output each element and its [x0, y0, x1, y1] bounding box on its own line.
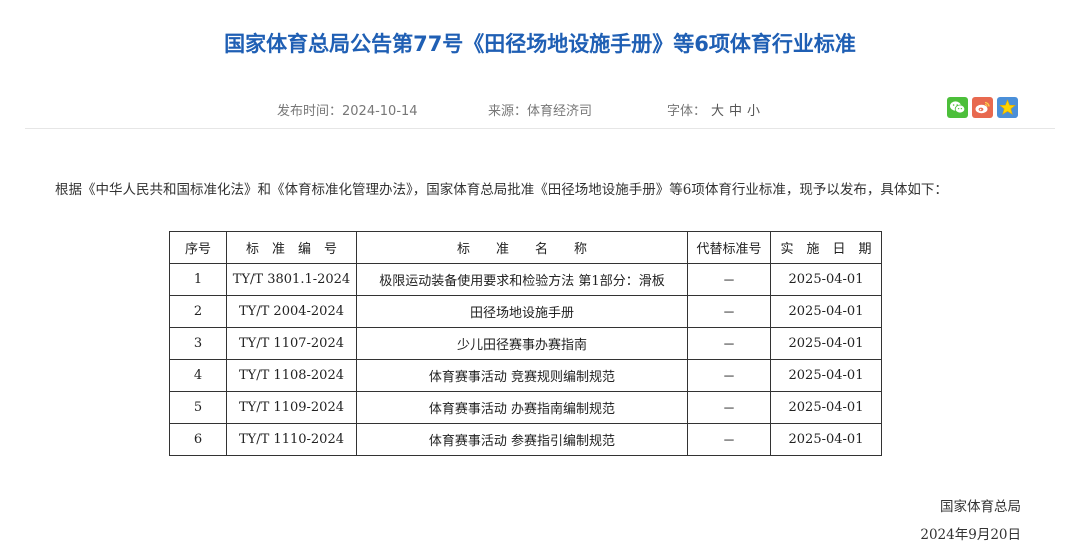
font-size-small[interactable]: 小 [747, 104, 760, 119]
font-size-large[interactable]: 大 [711, 104, 724, 119]
col-header-index: 序号 [169, 231, 227, 264]
cell-date: 2025-04-01 [770, 295, 882, 328]
cell-replaces: － [687, 327, 771, 360]
cell-code: TY/T 1109-2024 [226, 391, 357, 424]
table-row: 6 TY/T 1110-2024 体育赛事活动 参赛指引编制规范 － 2025-… [169, 423, 882, 456]
page-title: 国家体育总局公告第77号《田径场地设施手册》等6项体育行业标准 [224, 32, 856, 56]
table-row: 4 TY/T 1108-2024 体育赛事活动 竞赛规则编制规范 － 2025-… [169, 359, 882, 392]
wechat-icon [950, 101, 966, 114]
cell-replaces: － [687, 423, 771, 456]
col-header-code: 标 准 编 号 [226, 231, 357, 264]
cell-index: 4 [169, 359, 227, 392]
header-divider [25, 128, 1055, 129]
share-wechat-button[interactable] [947, 97, 968, 118]
cell-name: 体育赛事活动 竞赛规则编制规范 [356, 359, 688, 392]
cell-name: 少儿田径赛事办赛指南 [356, 327, 688, 360]
intro-paragraph: 根据《中华人民共和国标准化法》和《体育标准化管理办法》，国家体育总局批准《田径场… [55, 182, 948, 198]
cell-code: TY/T 1110-2024 [226, 423, 357, 456]
standards-table: 序号 标 准 编 号 标 准 名 称 代替标准号 实 施 日 期 1 TY/T … [169, 231, 882, 456]
favorite-button[interactable] [997, 97, 1018, 118]
share-bar [947, 97, 1018, 118]
cell-index: 6 [169, 423, 227, 456]
font-size-switcher: 字体： 大中小 [667, 100, 760, 119]
font-size-medium[interactable]: 中 [729, 104, 742, 119]
weibo-icon [975, 101, 990, 114]
table-row: 3 TY/T 1107-2024 少儿田径赛事办赛指南 － 2025-04-01 [169, 327, 882, 360]
cell-replaces: － [687, 359, 771, 392]
col-header-replaces: 代替标准号 [687, 231, 771, 264]
cell-index: 3 [169, 327, 227, 360]
cell-replaces: － [687, 295, 771, 328]
publish-date: 发布时间：2024-10-14 [277, 104, 418, 119]
col-header-name: 标 准 名 称 [356, 231, 688, 264]
table-row: 2 TY/T 2004-2024 田径场地设施手册 － 2025-04-01 [169, 295, 882, 328]
cell-index: 2 [169, 295, 227, 328]
cell-name: 体育赛事活动 参赛指引编制规范 [356, 423, 688, 456]
cell-code: TY/T 2004-2024 [226, 295, 357, 328]
col-header-date: 实 施 日 期 [770, 231, 882, 264]
signature-date: 2024年9月20日 [920, 527, 1021, 543]
cell-index: 1 [169, 263, 227, 296]
cell-name: 田径场地设施手册 [356, 295, 688, 328]
cell-date: 2025-04-01 [770, 391, 882, 424]
cell-name: 极限运动装备使用要求和检验方法 第1部分：滑板 [356, 263, 688, 296]
source: 来源：体育经济司 [488, 104, 593, 119]
signature-org: 国家体育总局 [940, 499, 1021, 515]
cell-date: 2025-04-01 [770, 263, 882, 296]
table-row: 5 TY/T 1109-2024 体育赛事活动 办赛指南编制规范 － 2025-… [169, 391, 882, 424]
table-row: 1 TY/T 3801.1-2024 极限运动装备使用要求和检验方法 第1部分：… [169, 263, 882, 296]
cell-replaces: － [687, 263, 771, 296]
table-header-row: 序号 标 准 编 号 标 准 名 称 代替标准号 实 施 日 期 [169, 231, 882, 264]
cell-index: 5 [169, 391, 227, 424]
favorite-star-icon [999, 99, 1016, 115]
cell-code: TY/T 1107-2024 [226, 327, 357, 360]
cell-name: 体育赛事活动 办赛指南编制规范 [356, 391, 688, 424]
cell-date: 2025-04-01 [770, 327, 882, 360]
cell-replaces: － [687, 391, 771, 424]
font-size-label: 字体： [667, 104, 707, 119]
cell-code: TY/T 3801.1-2024 [226, 263, 357, 296]
cell-date: 2025-04-01 [770, 359, 882, 392]
share-weibo-button[interactable] [972, 97, 993, 118]
cell-date: 2025-04-01 [770, 423, 882, 456]
cell-code: TY/T 1108-2024 [226, 359, 357, 392]
